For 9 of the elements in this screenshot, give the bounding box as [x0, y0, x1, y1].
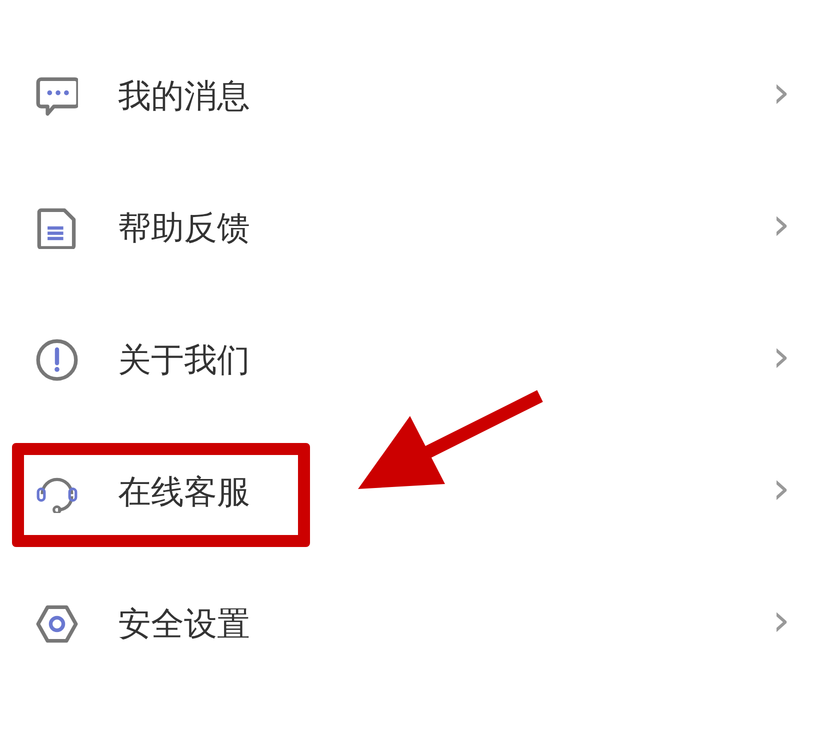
- menu-item-label[interactable]: 我的消息: [118, 76, 250, 116]
- hexagon-icon: [36, 603, 78, 645]
- menu-item-label[interactable]: 帮助反馈: [118, 208, 250, 248]
- menu-item-label[interactable]: 在线客服: [118, 472, 250, 512]
- document-icon: [36, 207, 78, 249]
- chat-bubble-icon: [36, 75, 78, 117]
- exclamation-icon: [36, 339, 78, 381]
- menu-item-label[interactable]: 安全设置: [118, 604, 250, 644]
- menu-item-label[interactable]: 关于我们: [118, 340, 250, 380]
